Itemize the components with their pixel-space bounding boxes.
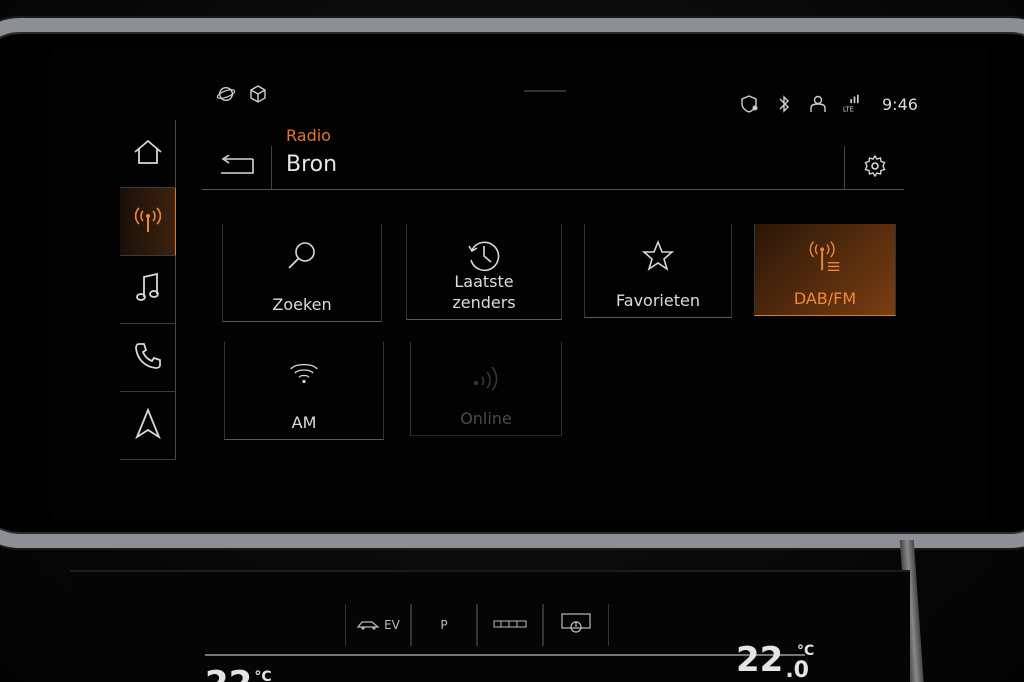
phone-icon [133, 341, 163, 375]
tile-label: AM [291, 413, 317, 432]
back-arrow-icon [217, 153, 257, 181]
satellite-globe-icon [216, 84, 236, 104]
bluetooth-icon [774, 94, 794, 114]
nav-music[interactable] [120, 256, 176, 324]
header: Radio Bron [202, 126, 904, 190]
right-temperature: 22.0°C [736, 640, 815, 682]
tile-zoeken[interactable]: Zoeken [222, 224, 382, 322]
tile-label: Laatste zenders [452, 272, 516, 312]
svg-text:LTE: LTE [843, 106, 854, 114]
nav-home[interactable] [120, 120, 176, 188]
page-subtitle: Radio [286, 126, 331, 145]
infotainment-screen: LTE 9:46 Radio Bron Zoeken Laatste zende… [50, 48, 988, 522]
lte-signal-icon: LTE [842, 94, 862, 114]
clock: 9:46 [882, 94, 918, 114]
tile-laatste-zenders[interactable]: Laatste zenders [406, 224, 562, 320]
seat-heating-button[interactable] [477, 604, 543, 646]
search-icon [282, 238, 322, 274]
history-clock-icon [464, 238, 504, 274]
home-icon [132, 138, 164, 170]
tile-online: Online [410, 342, 562, 436]
package-box-icon [248, 84, 268, 104]
user-icon [808, 94, 828, 114]
nav-phone[interactable] [120, 324, 176, 392]
tile-am[interactable]: AM [224, 342, 384, 440]
page-title: Bron [286, 152, 338, 177]
settings-button[interactable] [844, 146, 904, 190]
climate-power-button[interactable] [543, 604, 609, 646]
tile-label: Favorieten [616, 291, 700, 310]
am-waves-icon [284, 356, 324, 392]
back-button[interactable] [202, 146, 272, 190]
status-right-icons: LTE 9:46 [740, 94, 918, 114]
park-label: P [440, 618, 448, 632]
dab-fm-antenna-icon [805, 238, 845, 274]
tile-label: Online [460, 409, 512, 428]
location-shield-icon [740, 94, 760, 114]
gear-icon [863, 154, 887, 182]
car-ev-icon [356, 617, 384, 634]
climate-button-strip: EV P [205, 604, 805, 656]
star-icon [638, 238, 678, 274]
tile-favorieten[interactable]: Favorieten [584, 224, 732, 318]
heating-grid-icon [493, 618, 527, 632]
online-waves-icon [466, 356, 506, 392]
music-note-icon [135, 272, 161, 308]
nav-navigation[interactable] [120, 392, 176, 460]
left-temperature: 22°C [205, 664, 272, 682]
nav-rail [120, 120, 176, 466]
ev-mode-button[interactable]: EV [345, 604, 411, 646]
park-assist-button[interactable]: P [411, 604, 477, 646]
tile-label: DAB/FM [793, 289, 857, 308]
radio-icon [131, 205, 165, 239]
navigation-arrow-icon [134, 407, 161, 444]
tile-dab-fm[interactable]: DAB/FM [754, 224, 896, 316]
ev-label: EV [384, 618, 400, 632]
title-area: Radio Bron [272, 126, 844, 190]
tile-label: Zoeken [272, 295, 332, 314]
status-left-icons [216, 84, 268, 104]
nav-radio[interactable] [120, 188, 176, 256]
drag-handle[interactable] [524, 90, 566, 92]
power-screen-icon [561, 612, 591, 638]
